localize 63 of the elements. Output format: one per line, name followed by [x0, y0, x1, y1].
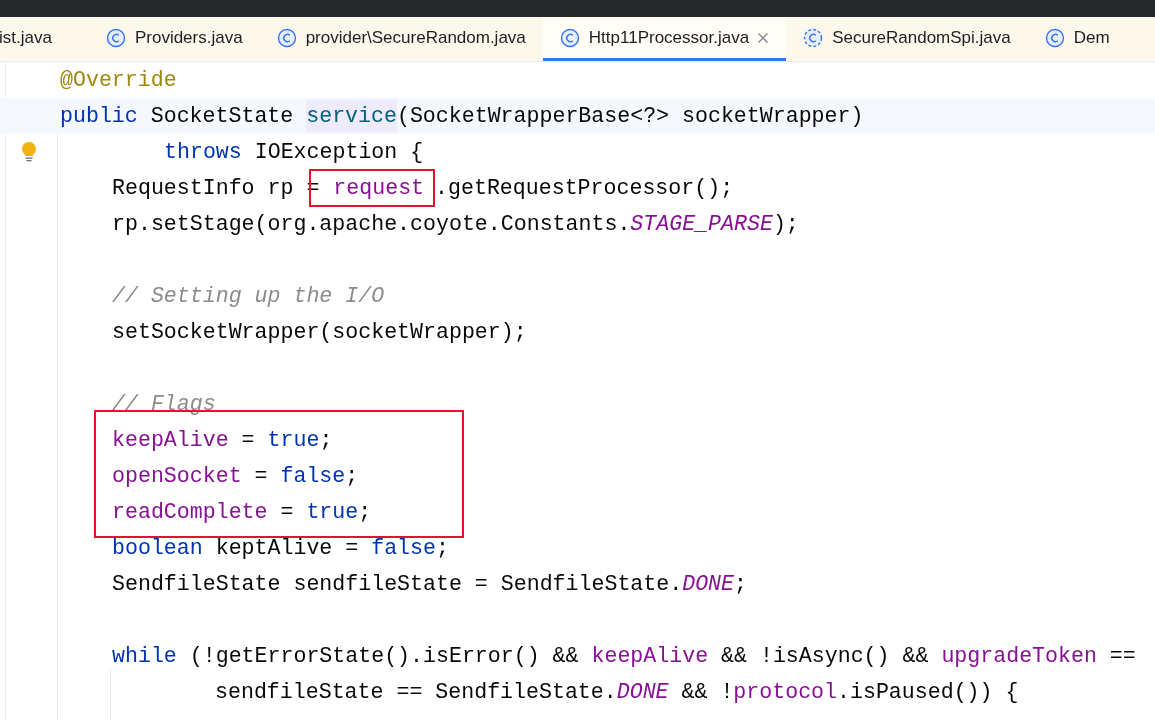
tab-label: provider\SecureRandom.java [305, 26, 526, 49]
editor-tab[interactable]: Dem [1027, 17, 1127, 61]
code-token: = [253, 462, 269, 490]
code-token: ; [734, 570, 747, 598]
tab-label: Dem [1073, 26, 1110, 49]
code-token: STAGE_PARSE [630, 210, 773, 238]
code-token: setSocketWrapper(socketWrapper); [112, 318, 527, 346]
code-token: sendfileState == SendfileState. [215, 678, 617, 706]
code-token: while [112, 642, 177, 670]
code-token: DONE [616, 678, 669, 706]
tab-label: SecureRandomSpi.java [832, 26, 1011, 49]
code-token: keepAlive [591, 642, 709, 670]
code-token: = [240, 426, 256, 454]
tab-label: ist.java [0, 26, 52, 49]
code-token: openSocket [112, 462, 242, 490]
code-token: rp.setStage(org.apache.coyote.Constants. [112, 210, 631, 238]
editor-tab[interactable]: Providers.java [88, 17, 260, 61]
class-icon [105, 27, 126, 48]
editor-tab[interactable]: SecureRandomSpi.java [786, 17, 1028, 61]
class-icon [559, 27, 580, 48]
code-token: // Flags [112, 390, 216, 418]
code-token: (!getErrorState().isError() && [188, 642, 580, 670]
editor-tab[interactable]: provider\SecureRandom.java [259, 17, 543, 61]
code-token: (SocketWrapperBase<?> socketWrapper) [396, 102, 864, 130]
code-token: keepAlive [112, 426, 229, 454]
code-token: IOException { [253, 138, 424, 166]
code-token: .getRequestProcessor(); [435, 174, 734, 202]
code-token: == [1108, 642, 1136, 670]
lightbulb-icon[interactable] [21, 141, 37, 163]
code-token: false [371, 534, 436, 562]
code-token: boolean [112, 534, 203, 562]
tab-label: Http11Processor.java [588, 26, 750, 49]
code-token: true [306, 498, 359, 526]
code-token: = [279, 498, 295, 526]
code-token: throws [164, 138, 242, 166]
code-token: protocol [733, 678, 838, 706]
code-token: DONE [682, 570, 734, 598]
code-token: public [60, 102, 138, 130]
code-token: // Setting up the I/O [112, 282, 385, 310]
code-token: readComplete [112, 498, 268, 526]
code-token: ; [436, 534, 449, 562]
code-token: ; [358, 498, 372, 526]
abstract-class-icon [803, 27, 824, 48]
code-token: @Override [60, 66, 177, 94]
code-token: SendfileState sendfileState = SendfileState. [112, 570, 683, 598]
editor-tab[interactable]: ist.java [0, 17, 89, 61]
editor-tab[interactable]: Http11Processor.java [542, 17, 787, 61]
code-token: && ! [680, 678, 734, 706]
code-token: true [267, 426, 320, 454]
code-token: upgradeToken [941, 642, 1097, 670]
class-icon [1044, 27, 1065, 48]
code-token: ); [772, 210, 799, 238]
tab-label: Providers.java [134, 26, 243, 49]
class-icon [276, 27, 297, 48]
code-token: service [306, 99, 397, 133]
close-icon[interactable] [757, 31, 770, 44]
code-token: ; [319, 426, 333, 454]
code-token: && !isAsync() && [720, 642, 930, 670]
code-token: SocketState [149, 102, 295, 130]
code-token: .isPaused()) { [837, 678, 1019, 706]
code-token: false [280, 462, 346, 490]
code-token: ; [345, 462, 359, 490]
code-token: keptAlive = [214, 534, 360, 562]
